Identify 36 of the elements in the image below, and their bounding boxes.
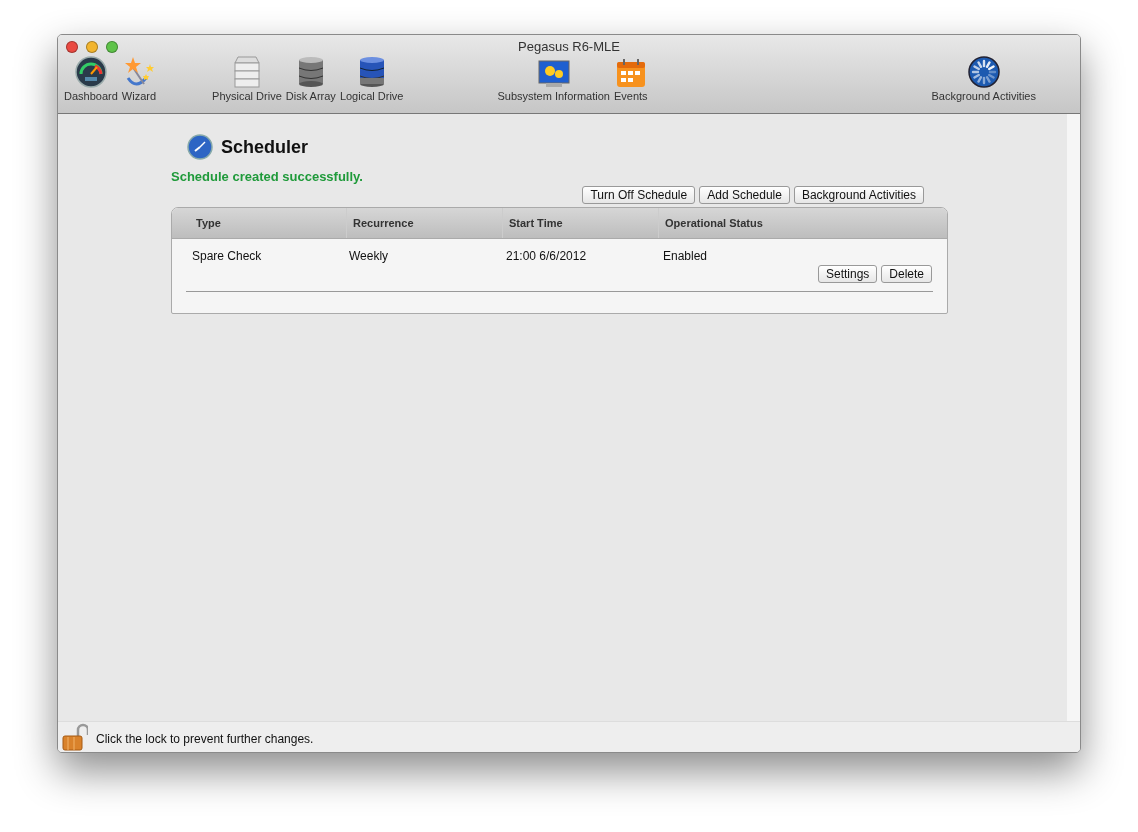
action-button[interactable]: Turn Off Schedule	[582, 186, 696, 204]
column-header[interactable]: Recurrence	[346, 208, 502, 238]
toolbar-button[interactable]: Wizard	[119, 54, 159, 102]
calendar-icon	[615, 58, 646, 88]
success-message: Schedule created successfully.	[171, 169, 364, 184]
toolbar-button[interactable]: Background Activities	[929, 54, 1038, 102]
toolbar-button[interactable]: Logical Drive	[337, 54, 406, 102]
minimize-button[interactable]	[86, 41, 98, 53]
gauge-icon	[74, 56, 107, 88]
action-button[interactable]: Background Activities	[793, 186, 924, 204]
table-cell-text: 21:00 6/6/2012	[506, 249, 588, 263]
database-icon	[358, 56, 385, 88]
window-title: Pegasus R6-MLE	[518, 38, 620, 54]
toolbar-button[interactable]: Physical Drive	[210, 54, 284, 102]
zoom-button[interactable]	[106, 41, 118, 53]
table-cell-text: Spare Check	[192, 249, 263, 263]
column-header[interactable]: Start Time	[502, 208, 658, 238]
column-header[interactable]: Type	[172, 208, 346, 238]
table-cell-text: Enabled	[663, 249, 709, 263]
status-text: Click the lock to prevent further changes.	[96, 731, 314, 746]
database-icon	[297, 56, 324, 88]
toolbar-button[interactable]: Dashboard	[62, 54, 120, 102]
row-button[interactable]: Settings	[817, 265, 878, 283]
toolbar-button[interactable]: Events	[611, 54, 650, 102]
action-button[interactable]: Add Schedule	[699, 186, 790, 204]
row-button[interactable]: Delete	[881, 265, 932, 283]
table-cell-text: Weekly	[349, 249, 390, 263]
page-title: Scheduler	[221, 136, 309, 158]
close-button[interactable]	[66, 41, 78, 53]
unlocked-padlock-icon[interactable]	[62, 723, 88, 751]
drive-stack-icon	[233, 56, 260, 88]
column-header[interactable]: Operational Status	[658, 208, 947, 238]
toolbar-button[interactable]: Disk Array	[283, 54, 338, 102]
toolbar-button[interactable]: Subsystem Information	[495, 54, 612, 102]
monitor-gears-icon	[537, 60, 570, 88]
spinner-icon	[967, 56, 1000, 88]
